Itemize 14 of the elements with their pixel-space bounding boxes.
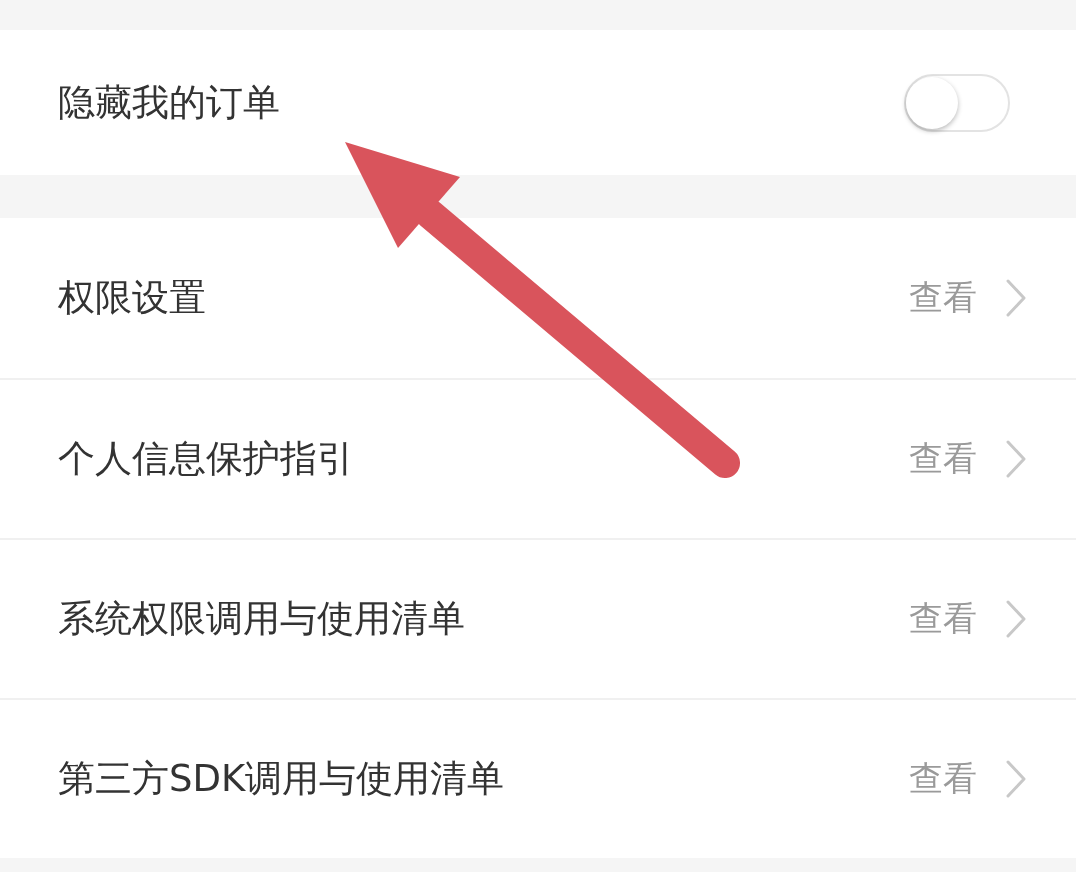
setting-label: 隐藏我的订单 <box>58 79 280 126</box>
view-label: 查看 <box>909 597 977 640</box>
chevron-right-icon <box>1005 279 1027 317</box>
view-label: 查看 <box>909 276 977 319</box>
chevron-right-icon <box>1005 760 1027 798</box>
chevron-right-icon <box>1005 440 1027 478</box>
setting-label: 第三方SDK调用与使用清单 <box>58 756 505 802</box>
setting-label: 系统权限调用与使用清单 <box>58 596 465 642</box>
view-label: 查看 <box>909 757 977 800</box>
setting-label: 个人信息保护指引 <box>58 436 354 482</box>
setting-label: 权限设置 <box>58 275 206 321</box>
view-label: 查看 <box>909 437 977 480</box>
chevron-right-icon <box>1005 600 1027 638</box>
toggle-switch[interactable] <box>904 73 1010 132</box>
